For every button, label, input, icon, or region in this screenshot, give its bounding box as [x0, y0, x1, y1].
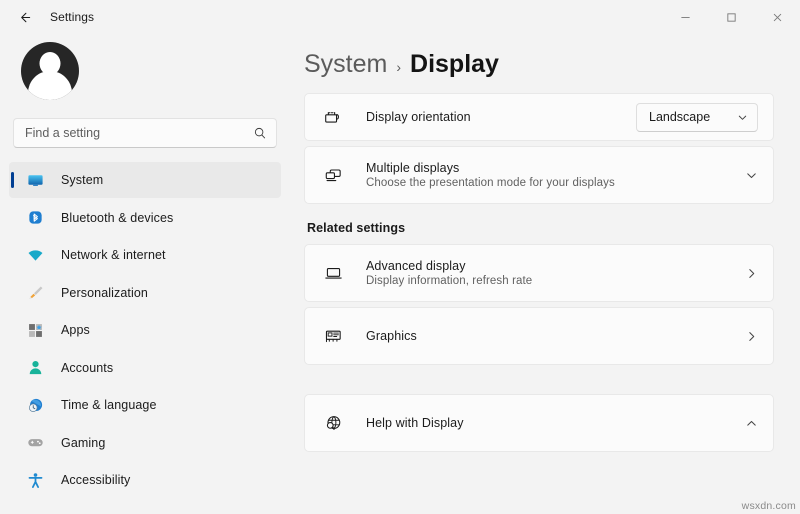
close-icon — [772, 12, 783, 23]
apps-grid-icon — [26, 321, 44, 339]
page-title: Display — [410, 50, 499, 79]
accessibility-person-icon — [26, 471, 44, 489]
sidebar-item-label: Accounts — [61, 361, 113, 375]
multiple-displays-text: Multiple displays Choose the presentatio… — [366, 161, 745, 189]
breadcrumb-separator: › — [396, 59, 401, 75]
avatar-container — [9, 34, 281, 100]
multiple-monitors-icon — [322, 164, 344, 186]
close-button[interactable] — [754, 0, 800, 34]
sidebar-item-label: Accessibility — [61, 473, 130, 487]
sidebar: System Bluetooth & devices — [0, 34, 290, 514]
advanced-display-title: Advanced display — [366, 259, 745, 273]
display-orientation-text: Display orientation — [366, 110, 636, 124]
sidebar-item-label: Apps — [61, 323, 90, 337]
back-button[interactable] — [4, 1, 44, 33]
sidebar-nav: System Bluetooth & devices — [9, 162, 281, 500]
minimize-icon — [680, 12, 691, 23]
watermark: wsxdn.com — [742, 500, 796, 512]
laptop-icon — [322, 262, 344, 284]
window-controls — [662, 0, 800, 34]
multiple-displays-subtitle: Choose the presentation mode for your di… — [366, 177, 745, 189]
breadcrumb-parent[interactable]: System — [304, 50, 387, 79]
main-content: System › Display — [290, 34, 800, 514]
chevron-right-icon[interactable] — [745, 330, 758, 343]
back-arrow-icon — [17, 10, 32, 25]
title-bar: Settings — [0, 0, 800, 34]
sidebar-item-bluetooth-devices[interactable]: Bluetooth & devices — [9, 200, 281, 236]
sidebar-item-system[interactable]: System — [9, 162, 281, 198]
sidebar-item-label: Gaming — [61, 436, 105, 450]
maximize-icon — [726, 12, 737, 23]
sidebar-item-gaming[interactable]: Gaming — [9, 425, 281, 461]
advanced-display-subtitle: Display information, refresh rate — [366, 275, 745, 287]
maximize-button[interactable] — [708, 0, 754, 34]
app-title: Settings — [50, 10, 94, 24]
sidebar-item-network-internet[interactable]: Network & internet — [9, 237, 281, 273]
graphics-title: Graphics — [366, 329, 745, 343]
sidebar-item-accessibility[interactable]: Accessibility — [9, 462, 281, 498]
sidebar-item-time-language[interactable]: Time & language — [9, 387, 281, 423]
clock-globe-icon — [26, 396, 44, 414]
sidebar-item-personalization[interactable]: Personalization — [9, 275, 281, 311]
chevron-up-icon[interactable] — [745, 417, 758, 430]
help-with-display-text: Help with Display — [366, 416, 745, 430]
sidebar-item-apps[interactable]: Apps — [9, 312, 281, 348]
person-icon — [26, 359, 44, 377]
multiple-displays-card[interactable]: Multiple displays Choose the presentatio… — [304, 146, 774, 204]
display-orientation-value: Landscape — [649, 110, 710, 124]
sidebar-item-label: Time & language — [61, 398, 157, 412]
graphics-card[interactable]: Graphics — [304, 307, 774, 365]
chevron-right-icon[interactable] — [745, 267, 758, 280]
sidebar-item-label: Network & internet — [61, 248, 166, 262]
graphics-text: Graphics — [366, 329, 745, 343]
advanced-display-card[interactable]: Advanced display Display information, re… — [304, 244, 774, 302]
help-with-display-title: Help with Display — [366, 416, 745, 430]
minimize-button[interactable] — [662, 0, 708, 34]
avatar[interactable] — [21, 42, 79, 100]
globe-search-icon — [322, 412, 344, 434]
screen-rotate-icon — [322, 106, 344, 128]
wifi-icon — [26, 246, 44, 264]
multiple-displays-title: Multiple displays — [366, 161, 745, 175]
display-orientation-card: Display orientation Landscape — [304, 93, 774, 141]
search-box[interactable] — [13, 118, 277, 148]
advanced-display-text: Advanced display Display information, re… — [366, 259, 745, 287]
section-spacer — [304, 370, 774, 394]
paintbrush-icon — [26, 284, 44, 302]
settings-window: Settings — [0, 0, 800, 514]
sidebar-item-label: Bluetooth & devices — [61, 211, 173, 225]
help-with-display-card[interactable]: Help with Display — [304, 394, 774, 452]
sidebar-item-accounts[interactable]: Accounts — [9, 350, 281, 386]
search-icon — [253, 126, 267, 140]
sidebar-item-label: Personalization — [61, 286, 148, 300]
related-settings-heading: Related settings — [307, 221, 774, 235]
window-body: System Bluetooth & devices — [0, 34, 800, 514]
graphics-card-icon — [322, 325, 344, 347]
sidebar-item-label: System — [61, 173, 103, 187]
search-input[interactable] — [25, 126, 253, 140]
chevron-down-icon[interactable] — [745, 169, 758, 182]
display-orientation-dropdown[interactable]: Landscape — [636, 103, 758, 132]
bluetooth-icon — [26, 209, 44, 227]
display-orientation-title: Display orientation — [366, 110, 636, 124]
monitor-icon — [26, 171, 44, 189]
settings-scroll-area[interactable]: Display orientation Landscape — [290, 93, 800, 514]
breadcrumb: System › Display — [290, 34, 800, 93]
chevron-down-icon — [737, 112, 748, 123]
avatar-body — [28, 71, 72, 100]
search-container — [9, 100, 281, 148]
game-controller-icon — [26, 434, 44, 452]
